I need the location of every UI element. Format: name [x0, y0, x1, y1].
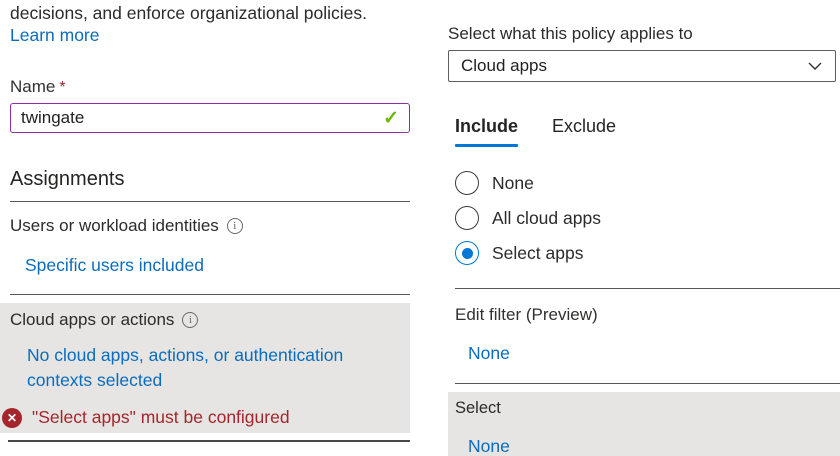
divider [455, 288, 840, 289]
edit-filter-label: Edit filter (Preview) [455, 305, 598, 325]
radio-circle-icon [455, 206, 479, 230]
radio-select-apps-label: Select apps [492, 243, 583, 264]
divider [10, 294, 410, 295]
radio-selected-icon [455, 241, 479, 265]
tab-exclude[interactable]: Exclude [552, 116, 616, 145]
divider [10, 201, 410, 202]
name-label-text: Name [10, 77, 55, 96]
name-field-label: Name* [10, 77, 66, 97]
dropdown-selected-value: Cloud apps [461, 56, 807, 76]
edit-filter-none-link[interactable]: None [468, 343, 510, 364]
applies-to-dropdown[interactable]: Cloud apps [448, 50, 836, 82]
select-label: Select [455, 399, 501, 418]
radio-all-cloud-apps[interactable]: All cloud apps [455, 206, 601, 230]
applies-to-label: Select what this policy applies to [448, 24, 693, 44]
name-input[interactable] [21, 108, 377, 128]
users-workload-label: Users or workload identities [10, 216, 219, 236]
valid-check-icon: ✓ [383, 107, 399, 130]
radio-none[interactable]: None [455, 171, 534, 195]
assignments-heading: Assignments [10, 168, 125, 191]
no-cloud-apps-link[interactable]: No cloud apps, actions, or authenticatio… [27, 343, 387, 393]
radio-select-apps[interactable]: Select apps [455, 241, 583, 265]
specific-users-link[interactable]: Specific users included [25, 255, 204, 276]
cloud-apps-row: Cloud apps or actions i [10, 310, 198, 330]
info-icon[interactable]: i [182, 312, 198, 328]
conditional-access-blade: decisions, and enforce organizational po… [0, 0, 840, 456]
validation-error-row: ✕ "Select apps" must be configured [2, 407, 290, 428]
radio-none-label: None [492, 173, 534, 194]
radio-all-cloud-apps-label: All cloud apps [492, 208, 601, 229]
tab-include[interactable]: Include [455, 116, 518, 145]
error-message: "Select apps" must be configured [32, 407, 290, 428]
select-none-link[interactable]: None [468, 436, 510, 456]
name-input-container: ✓ [10, 103, 410, 133]
users-workload-row: Users or workload identities i [10, 216, 243, 236]
include-exclude-tabs: Include Exclude [455, 116, 616, 145]
divider [8, 440, 410, 442]
info-icon[interactable]: i [227, 218, 243, 234]
divider [455, 383, 840, 384]
learn-more-link[interactable]: Learn more [10, 25, 100, 46]
error-x-icon: ✕ [2, 408, 22, 428]
required-asterisk: * [59, 79, 65, 96]
radio-circle-icon [455, 171, 479, 195]
chevron-down-icon [807, 58, 823, 74]
policy-description-text: decisions, and enforce organizational po… [10, 2, 410, 24]
cloud-apps-label: Cloud apps or actions [10, 310, 174, 330]
